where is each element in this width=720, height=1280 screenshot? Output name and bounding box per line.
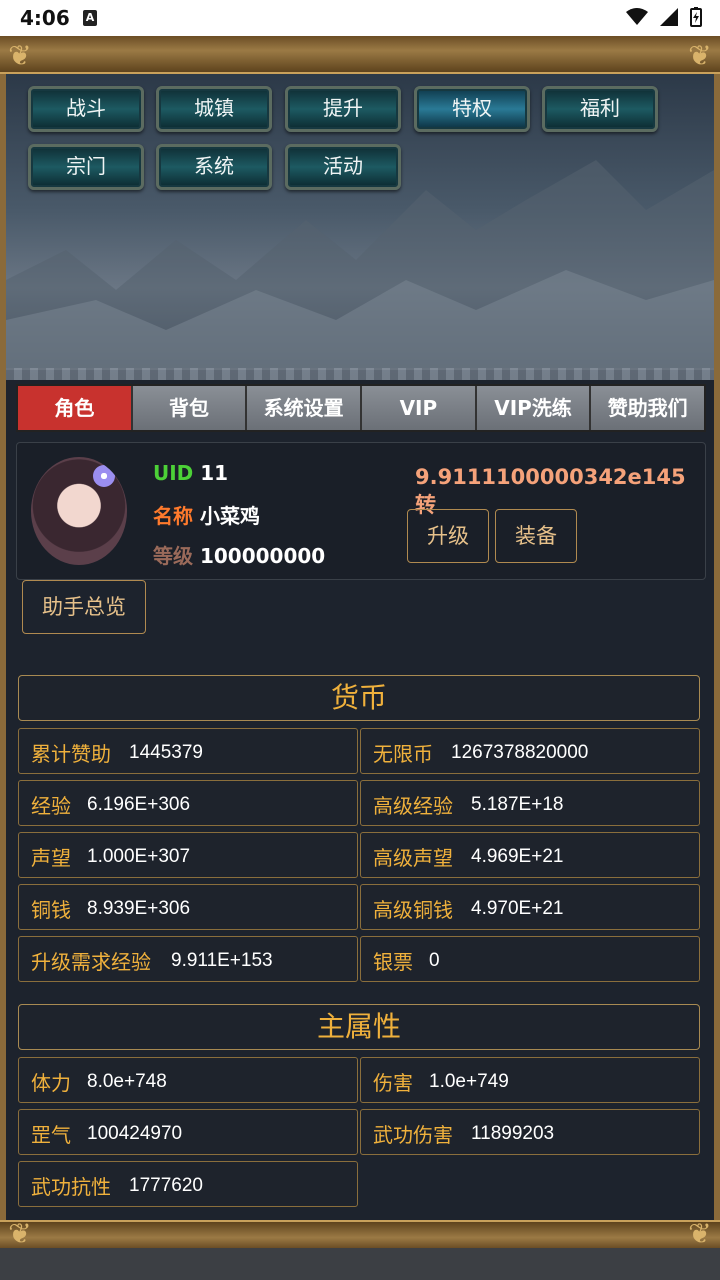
hair-flower-icon (93, 465, 115, 487)
navigation-bar (0, 1248, 720, 1280)
stat-value: 1.0e+749 (429, 1071, 509, 1092)
currency-section-title: 货币 (18, 675, 700, 721)
stat-cell: 银票 0 (360, 936, 700, 982)
stat-cell: 升级需求经验 9.911E+153 (18, 936, 358, 982)
accessibility-notification-icon: A (83, 10, 97, 26)
name-value: 小菜鸡 (199, 504, 260, 528)
status-bar: 4:06 A (0, 0, 720, 36)
uid-row: UID 11 (153, 461, 228, 485)
stat-label: 武功抗性 (31, 1175, 111, 1199)
menu-button-sect[interactable]: 宗门 (28, 144, 144, 190)
corner-ornament-icon: ❦ (688, 39, 712, 72)
stat-cell: 高级铜钱 4.970E+21 (360, 884, 700, 930)
attributes-section-title: 主属性 (18, 1004, 700, 1050)
equip-button[interactable]: 装备 (495, 509, 577, 563)
stat-value: 0 (429, 950, 440, 971)
stat-label: 伤害 (373, 1071, 413, 1095)
upgrade-button[interactable]: 升级 (407, 509, 489, 563)
stat-label: 铜钱 (31, 898, 71, 922)
stat-value: 11899203 (471, 1123, 555, 1144)
stat-cell: 高级声望 4.969E+21 (360, 832, 700, 878)
stat-cell: 伤害 1.0e+749 (360, 1057, 700, 1103)
tab-bar: 角色 背包 系统设置 VIP VIP洗练 赞助我们 (16, 384, 706, 432)
stat-value: 6.196E+306 (87, 794, 191, 815)
menu-button-town[interactable]: 城镇 (156, 86, 272, 132)
stat-cell: 武功伤害 11899203 (360, 1109, 700, 1155)
menu-button-activity[interactable]: 活动 (285, 144, 401, 190)
tab-vip-refine[interactable]: VIP洗练 (476, 386, 592, 430)
stat-label: 武功伤害 (373, 1123, 453, 1147)
stat-value: 1777620 (129, 1175, 203, 1196)
menu-button-system[interactable]: 系统 (156, 144, 272, 190)
stat-value: 5.187E+18 (471, 794, 564, 815)
tab-character[interactable]: 角色 (18, 386, 133, 430)
stat-label: 罡气 (31, 1123, 71, 1147)
stat-cell: 体力 8.0e+748 (18, 1057, 358, 1103)
stat-value: 4.969E+21 (471, 846, 564, 867)
frame-bottom-border (0, 1220, 720, 1248)
uid-label: UID (153, 461, 194, 485)
profile-card: UID 11 名称 小菜鸡 等级 100000000 9.91111000003… (16, 442, 706, 580)
stat-label: 体力 (31, 1071, 71, 1095)
stat-value: 100424970 (87, 1123, 183, 1144)
stat-label: 声望 (31, 846, 71, 870)
stat-label: 经验 (31, 794, 71, 818)
stat-value: 1267378820000 (451, 742, 589, 763)
stat-label: 高级经验 (373, 794, 453, 818)
name-label: 名称 (153, 504, 193, 528)
stat-value: 8.939E+306 (87, 898, 191, 919)
stat-label: 高级铜钱 (373, 898, 453, 922)
stat-value: 1.000E+307 (87, 846, 191, 867)
tab-vip[interactable]: VIP (362, 386, 477, 430)
menu-button-privilege[interactable]: 特权 (414, 86, 530, 132)
assistant-overview-button[interactable]: 助手总览 (22, 580, 146, 634)
stat-cell: 声望 1.000E+307 (18, 832, 358, 878)
tab-system-settings[interactable]: 系统设置 (247, 386, 363, 430)
stat-value: 9.911E+153 (171, 950, 273, 971)
stat-value: 4.970E+21 (471, 898, 564, 919)
stat-label: 银票 (373, 950, 413, 974)
menu-button-welfare[interactable]: 福利 (542, 86, 658, 132)
stat-cell: 高级经验 5.187E+18 (360, 780, 700, 826)
menu-button-upgrade[interactable]: 提升 (285, 86, 401, 132)
name-row: 名称 小菜鸡 (153, 500, 260, 529)
stat-cell: 罡气 100424970 (18, 1109, 358, 1155)
stat-value: 1445379 (129, 742, 203, 763)
level-value: 100000000 (199, 544, 326, 568)
corner-ornament-icon: ❦ (688, 1217, 712, 1250)
frame-top-border (0, 36, 720, 74)
tab-sponsor[interactable]: 赞助我们 (591, 386, 705, 430)
level-row: 等级 100000000 (153, 540, 325, 569)
stat-label: 高级声望 (373, 846, 453, 870)
level-label: 等级 (153, 544, 193, 568)
avatar (31, 457, 127, 565)
stat-cell: 铜钱 8.939E+306 (18, 884, 358, 930)
corner-ornament-icon: ❦ (8, 1217, 32, 1250)
stat-label: 累计赞助 (31, 742, 111, 766)
signal-icon (660, 8, 678, 26)
corner-ornament-icon: ❦ (8, 39, 32, 72)
stat-value: 8.0e+748 (87, 1071, 167, 1092)
stat-label: 升级需求经验 (31, 950, 151, 974)
status-time: 4:06 (20, 6, 70, 30)
stat-cell: 武功抗性 1777620 (18, 1161, 358, 1207)
battery-icon (690, 7, 702, 27)
uid-value: 11 (200, 461, 229, 485)
stat-cell: 累计赞助 1445379 (18, 728, 358, 774)
menu-button-battle[interactable]: 战斗 (28, 86, 144, 132)
stat-cell: 经验 6.196E+306 (18, 780, 358, 826)
banner-pattern-band (6, 368, 714, 380)
stat-label: 无限币 (373, 742, 433, 766)
system-icons (626, 7, 702, 27)
stat-cell: 无限币 1267378820000 (360, 728, 700, 774)
wifi-icon (626, 8, 648, 25)
tab-backpack[interactable]: 背包 (132, 386, 248, 430)
